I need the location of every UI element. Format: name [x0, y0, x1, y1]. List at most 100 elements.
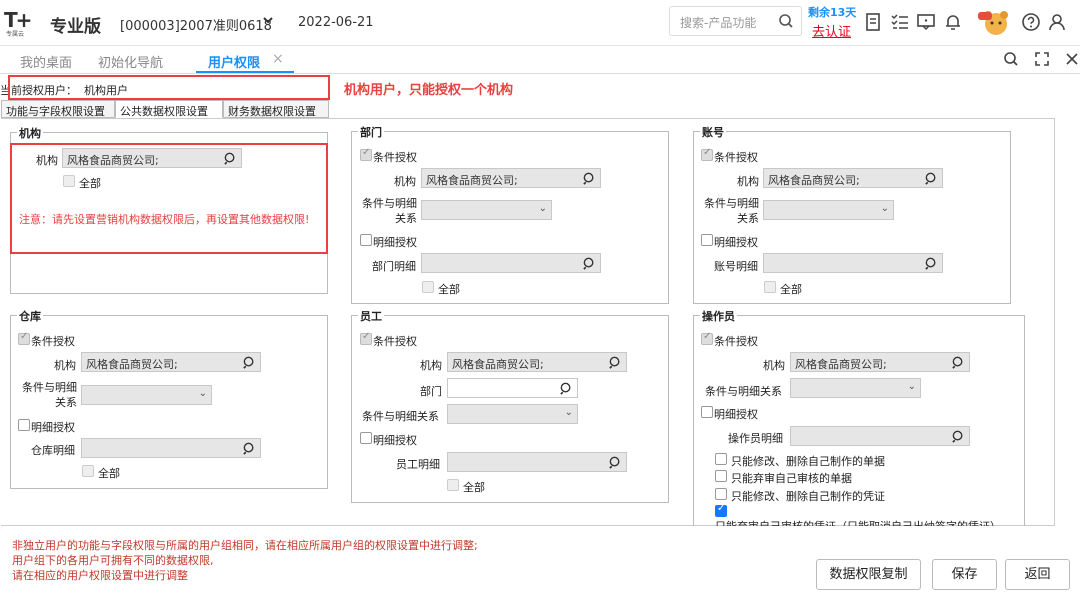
document-icon[interactable] — [864, 12, 884, 32]
employee-dept-field[interactable] — [447, 378, 578, 398]
dept-detail-field[interactable] — [421, 253, 601, 273]
warehouse-detail-label: 仓库明细 — [31, 444, 75, 457]
service-mascot-icon[interactable] — [976, 6, 1016, 38]
dept-detail-auth-label: 明细授权 — [373, 236, 417, 249]
lookup-icon[interactable] — [608, 355, 623, 370]
dept-org-field[interactable]: 风格食品商贸公司; — [421, 168, 601, 188]
dept-all-checkbox[interactable] — [422, 281, 434, 293]
tab-my-desktop[interactable]: 我的桌面 — [20, 52, 72, 71]
lookup-icon[interactable] — [582, 256, 597, 271]
account-all-label: 全部 — [780, 283, 802, 296]
save-button[interactable]: 保存 — [932, 559, 997, 590]
account-org-field[interactable]: 风格食品商贸公司; — [763, 168, 943, 188]
employee-all-label: 全部 — [463, 481, 485, 494]
edition-label: 专业版 — [50, 17, 101, 37]
employee-detail-field[interactable] — [447, 452, 627, 472]
warehouse-detail-field[interactable] — [81, 438, 261, 458]
tab-init-guide[interactable]: 初始化导航 — [98, 52, 163, 71]
org-group-title: 机构 — [17, 125, 43, 141]
tab-bar: 我的桌面 初始化导航 用户权限 × — [0, 46, 1080, 74]
dept-cond-checkbox[interactable]: ✓ — [360, 147, 372, 161]
employee-org-field[interactable]: 风格食品商贸公司; — [447, 352, 627, 372]
warehouse-org-field[interactable]: 风格食品商贸公司; — [81, 352, 261, 372]
operator-detail-field[interactable] — [790, 426, 970, 446]
employee-rel-select[interactable]: ⌄ — [447, 404, 578, 424]
search-input[interactable]: 搜索-产品功能 — [669, 6, 802, 36]
help-icon[interactable] — [1021, 12, 1041, 32]
operator-rel-select[interactable]: ⌄ — [790, 378, 921, 398]
bell-icon[interactable] — [943, 12, 963, 32]
warehouse-cond-checkbox[interactable]: ✓ — [18, 331, 30, 345]
warehouse-all-checkbox[interactable] — [82, 465, 94, 477]
employee-org-label: 机构 — [420, 359, 442, 372]
account-org-label: 机构 — [737, 175, 759, 188]
warehouse-rel-select[interactable]: ⌄ — [81, 385, 212, 405]
app-logo[interactable]: T+ 专属云 — [4, 8, 46, 38]
operator-rel-label: 条件与明细关系 — [705, 385, 782, 398]
dept-org-value: 风格食品商贸公司; — [426, 174, 518, 187]
subtab-function-field[interactable]: 功能与字段权限设置 — [1, 100, 115, 118]
back-button[interactable]: 返回 — [1005, 559, 1070, 590]
employee-detail-auth-label: 明细授权 — [373, 434, 417, 447]
operator-opt1-checkbox[interactable] — [715, 453, 727, 465]
search-icon[interactable] — [778, 13, 794, 29]
operator-org-value: 风格食品商贸公司; — [795, 358, 887, 371]
employee-org-value: 风格食品商贸公司; — [452, 358, 544, 371]
lookup-icon[interactable] — [608, 455, 623, 470]
copy-permission-button[interactable]: 数据权限复制 — [816, 559, 921, 590]
lookup-icon[interactable] — [242, 441, 257, 456]
operator-org-field[interactable]: 风格食品商贸公司; — [790, 352, 970, 372]
account-rel-select[interactable]: ⌄ — [763, 200, 894, 220]
search-placeholder: 搜索-产品功能 — [680, 16, 757, 30]
lookup-icon[interactable] — [242, 355, 257, 370]
account-detail-auth-label: 明细授权 — [714, 236, 758, 249]
dept-org-label: 机构 — [394, 175, 416, 188]
user-icon[interactable] — [1047, 12, 1067, 32]
lookup-icon[interactable] — [924, 256, 939, 271]
dept-group-title: 部门 — [358, 124, 384, 140]
dept-detail-label: 部门明细 — [372, 260, 416, 273]
operator-detail-checkbox[interactable] — [701, 406, 713, 418]
account-detail-field[interactable] — [763, 253, 943, 273]
account-detail-checkbox[interactable] — [701, 234, 713, 246]
operator-opt2-label: 只能弃审自己审核的单据 — [731, 472, 852, 485]
dept-rel-select[interactable]: ⌄ — [421, 200, 552, 220]
lookup-icon[interactable] — [559, 381, 574, 396]
lookup-icon[interactable] — [951, 355, 966, 370]
logo-sub: 专属云 — [6, 31, 25, 38]
warehouse-cond-label: 条件授权 — [31, 335, 75, 348]
employee-detail-checkbox[interactable] — [360, 432, 372, 444]
dept-detail-checkbox[interactable] — [360, 234, 372, 246]
account-selector[interactable]: [000003]2007准则0618 — [120, 15, 272, 34]
chevron-down-icon[interactable] — [262, 14, 274, 29]
certify-link[interactable]: 去认证 — [812, 21, 851, 40]
employee-cond-checkbox[interactable]: ✓ — [360, 331, 372, 345]
account-cond-checkbox[interactable]: ✓ — [701, 147, 713, 161]
lookup-icon[interactable] — [924, 171, 939, 186]
highlight-box-org — [10, 143, 328, 254]
operator-opt4-checkbox[interactable]: ✓ — [715, 503, 727, 517]
tab-user-permission[interactable]: 用户权限 — [208, 52, 260, 71]
account-rel-label: 条件与明细关系 — [704, 197, 759, 225]
operator-group-title: 操作员 — [700, 308, 737, 324]
subtab-public-data[interactable]: 公共数据权限设置 — [115, 100, 223, 118]
employee-all-checkbox[interactable] — [447, 479, 459, 491]
operator-cond-checkbox[interactable]: ✓ — [701, 331, 713, 345]
lookup-icon[interactable] — [951, 429, 966, 444]
trial-days: 剩余13天 — [808, 6, 857, 19]
task-list-icon[interactable] — [890, 12, 910, 32]
chevron-down-icon: ⌄ — [564, 407, 573, 418]
warehouse-detail-checkbox[interactable] — [18, 419, 30, 431]
operator-opt2-checkbox[interactable] — [715, 470, 727, 482]
lookup-icon[interactable] — [582, 171, 597, 186]
search-icon[interactable] — [1003, 51, 1019, 70]
message-icon[interactable] — [916, 12, 936, 32]
active-tab-indicator — [196, 71, 294, 73]
account-all-checkbox[interactable] — [764, 281, 776, 293]
close-icon[interactable]: × — [272, 51, 284, 67]
fullscreen-icon[interactable] — [1034, 51, 1050, 70]
close-icon[interactable] — [1064, 51, 1080, 70]
subtab-finance-data[interactable]: 财务数据权限设置 — [223, 100, 329, 118]
operator-opt3-checkbox[interactable] — [715, 488, 727, 500]
employee-group-title: 员工 — [358, 308, 384, 324]
